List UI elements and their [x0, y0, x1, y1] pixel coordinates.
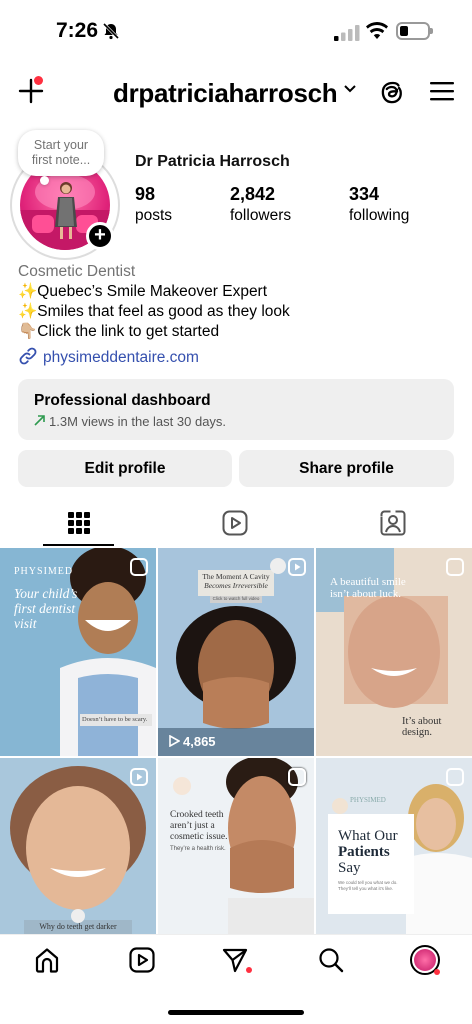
note-line-1: Start your [33, 138, 89, 152]
carousel-icon [288, 768, 306, 786]
note-bubble-tail [40, 176, 49, 185]
home-icon[interactable] [34, 947, 60, 973]
notification-dot [34, 76, 43, 85]
post-title: The Moment A Cavity [202, 572, 270, 581]
home-indicator [168, 1010, 304, 1015]
post-title: A beautiful smile [330, 576, 406, 588]
post-caption: Why do teeth get darker [39, 922, 117, 931]
posts-count-label: posts [135, 207, 173, 224]
bio-line: 👇🏼Click the link to get started [18, 323, 220, 340]
status-time: 7:26 [56, 19, 99, 42]
post-title: Say [338, 860, 361, 876]
tab-tagged-icon[interactable] [380, 510, 406, 536]
profile-full-name: Dr Patricia Harrosch [135, 153, 290, 170]
reel-icon [288, 558, 306, 576]
edit-profile-button[interactable]: Edit profile [18, 450, 232, 487]
play-views-icon [169, 734, 181, 748]
note-bubble[interactable]: Start your first note... [18, 130, 104, 176]
note-line-2: first note... [31, 153, 91, 167]
add-story-button[interactable]: + [86, 222, 114, 250]
post-caption: Click to watch full video [212, 596, 260, 601]
status-bar: 7:26 [0, 0, 472, 60]
bio-line: ✨Smiles that feel as good as they look [18, 303, 290, 320]
post-tile[interactable]: Crooked teeth aren’t just a cosmetic iss… [158, 758, 314, 934]
profile-category: Cosmetic Dentist [18, 263, 136, 280]
carousel-icon [446, 558, 464, 576]
following-count-value: 334 [349, 184, 380, 204]
dashboard-views: 1.3M views in the last 30 days. [49, 414, 227, 429]
post-title: What Our [338, 828, 398, 844]
carousel-icon [130, 558, 148, 576]
post-brand: PHYSIMED [350, 796, 386, 804]
battery-icon [396, 22, 433, 40]
post-image [0, 548, 156, 756]
following-count-label: following [349, 207, 410, 224]
profile-tabs [0, 502, 472, 546]
trend-up-arrow-icon [34, 415, 45, 426]
post-title: Becomes Irreversible [204, 581, 268, 590]
post-views-count: 4,865 [183, 734, 216, 749]
posts-count-value: 98 [135, 184, 156, 204]
bio-link-text: physimeddentaire.com [43, 349, 199, 366]
reel-icon [130, 768, 148, 786]
post-title: Your child’s [14, 586, 78, 601]
post-tile[interactable]: The Moment A Cavity Becomes Irreversible… [158, 548, 314, 756]
messages-notification-dot [246, 967, 252, 973]
post-tile[interactable]: PHYSIMED Your child’s first dentist visi… [0, 548, 156, 756]
link-icon [19, 347, 37, 365]
post-tile[interactable]: Why do teeth get darker [0, 758, 156, 934]
post-title: first dentist [14, 601, 76, 616]
post-title: Crooked teeth [170, 810, 224, 820]
hamburger-menu-icon[interactable] [430, 80, 454, 102]
post-caption: They’re a health risk. [170, 846, 226, 852]
post-caption: design. [402, 727, 433, 738]
post-title: visit [14, 616, 37, 631]
post-title: cosmetic issue. [170, 832, 228, 842]
wifi-icon [366, 22, 388, 39]
posts-count[interactable]: 98 posts [135, 184, 172, 225]
followers-count-value: 2,842 [230, 184, 276, 204]
active-tab-indicator [43, 544, 114, 546]
post-caption: We could tell you what we do. They’ll te… [338, 880, 398, 891]
silent-bell-icon [102, 22, 120, 40]
logo-badge [270, 558, 286, 574]
bio-line: ✨Quebec’s Smile Makeover Expert [18, 283, 268, 300]
profile-notification-dot [434, 969, 440, 975]
cell-signal-icon [334, 25, 360, 41]
tab-grid-icon[interactable] [68, 512, 90, 534]
search-icon[interactable] [318, 947, 344, 973]
tab-reels-icon[interactable] [222, 510, 248, 536]
threads-icon[interactable] [378, 79, 406, 107]
post-brand: PHYSIMED [14, 566, 74, 577]
dashboard-subtitle: 1.3M views in the last 30 days. [34, 414, 454, 429]
carousel-icon [446, 768, 464, 786]
chevron-down-icon[interactable] [343, 84, 357, 94]
dashboard-title: Professional dashboard [34, 392, 211, 409]
post-tile[interactable]: PHYSIMED What Our Patients Say We could … [316, 758, 472, 934]
post-title: isn’t about luck. [330, 588, 401, 600]
post-tile[interactable]: A beautiful smile isn’t about luck. It’s… [316, 548, 472, 756]
profile-avatar-thumb [414, 949, 436, 971]
direct-messages-icon[interactable] [222, 947, 248, 973]
professional-dashboard[interactable]: Professional dashboard 1.3M views in the… [18, 379, 454, 440]
post-views: 4,865 [168, 734, 216, 749]
share-profile-button[interactable]: Share profile [239, 450, 454, 487]
followers-count-label: followers [230, 207, 292, 224]
post-title: Patients [338, 844, 390, 860]
followers-count[interactable]: 2,842 followers [230, 184, 291, 225]
profile-username[interactable]: drpatriciaharrosch [113, 78, 338, 109]
bio-link[interactable]: physimeddentaire.com [18, 346, 199, 367]
following-count[interactable]: 334 following [349, 184, 409, 225]
post-caption: It’s about [402, 716, 442, 727]
reels-icon[interactable] [129, 947, 155, 973]
post-caption: Doesn’t have to be scary. [82, 716, 148, 723]
post-title: aren’t just a [170, 821, 215, 831]
